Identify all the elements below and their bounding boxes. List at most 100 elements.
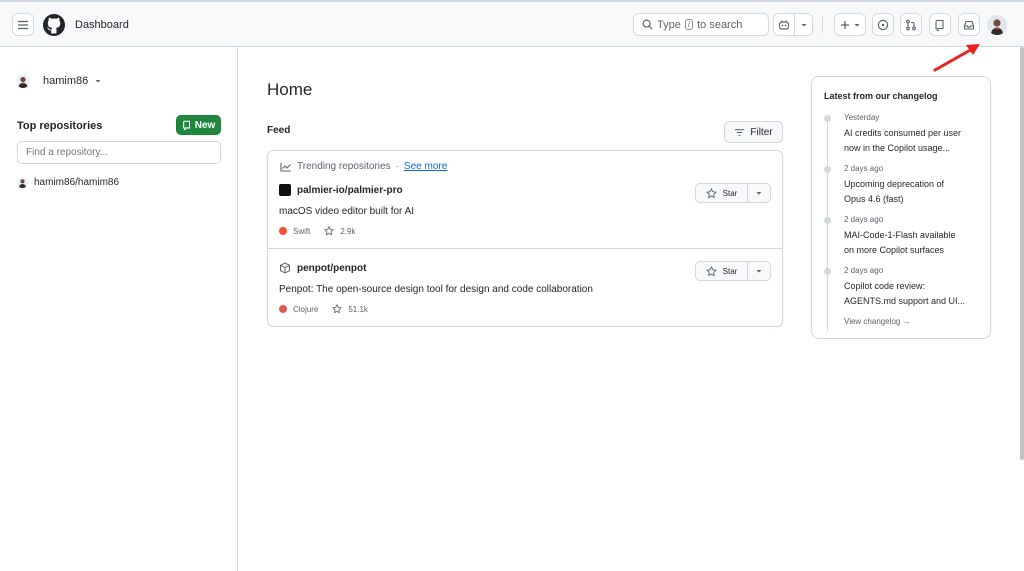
changelog-panel: Latest from our changelog Yesterday AI c… bbox=[811, 76, 991, 339]
repo-name-link[interactable]: palmier-io/palmier-pro bbox=[297, 185, 403, 196]
account-switcher[interactable]: hamim86 bbox=[16, 74, 102, 88]
inbox-button[interactable] bbox=[958, 13, 980, 36]
language-color-dot bbox=[279, 227, 287, 235]
avatar bbox=[16, 74, 30, 88]
star-lists-menu-button[interactable] bbox=[748, 261, 771, 281]
changelog-date: 2 days ago bbox=[844, 266, 884, 275]
star-button-group: Star bbox=[695, 261, 771, 281]
caret-down-icon bbox=[801, 23, 806, 26]
star-button-group: Star bbox=[695, 183, 771, 203]
repo-owner-avatar bbox=[279, 184, 291, 196]
new-repository-button[interactable]: New bbox=[176, 115, 221, 135]
trending-card: Trending repositories · See more palmier… bbox=[267, 150, 783, 327]
annotation-arrow-icon bbox=[933, 44, 980, 72]
repo-icon bbox=[935, 19, 944, 31]
timeline-line bbox=[827, 121, 828, 331]
repo-meta: Swift 2.9k bbox=[279, 226, 355, 236]
search-placeholder-prefix: Type bbox=[657, 18, 681, 31]
repo-name-link[interactable]: penpot/penpot bbox=[297, 263, 366, 274]
filter-label: Filter bbox=[750, 126, 773, 138]
avatar bbox=[17, 177, 28, 188]
star-lists-menu-button[interactable] bbox=[748, 183, 771, 203]
repo-description: Penpot: The open-source design tool for … bbox=[279, 284, 593, 295]
timeline-dot bbox=[824, 217, 831, 224]
filter-button[interactable]: Filter bbox=[724, 121, 783, 143]
caret-down-icon bbox=[854, 23, 859, 26]
menu-button[interactable] bbox=[12, 13, 34, 36]
github-logo-icon[interactable] bbox=[42, 13, 66, 37]
repo-stars[interactable]: 51.1k bbox=[348, 305, 368, 314]
see-more-link[interactable]: See more bbox=[404, 161, 447, 172]
changelog-text-line: Opus 4.6 (fast) bbox=[844, 194, 904, 204]
top-bar: Dashboard Type / to search bbox=[0, 0, 1024, 47]
filter-icon bbox=[735, 128, 745, 136]
repo-description: macOS video editor built for AI bbox=[279, 206, 415, 217]
repo-stars[interactable]: 2.9k bbox=[340, 227, 355, 236]
top-repositories-heading: Top repositories bbox=[17, 120, 103, 132]
new-button-label: New bbox=[194, 119, 216, 131]
changelog-text-line: AGENTS.md support and UI... bbox=[844, 296, 966, 306]
timeline-dot bbox=[824, 166, 831, 173]
changelog-item[interactable]: 2 days ago MAI-Code-1-Flash available on… bbox=[824, 215, 984, 258]
divider bbox=[268, 248, 782, 249]
view-changelog-link[interactable]: View changelog → bbox=[844, 317, 911, 326]
inbox-icon bbox=[963, 20, 975, 30]
repositories-button[interactable] bbox=[929, 13, 951, 36]
changelog-text[interactable]: Upcoming deprecation of Opus 4.6 (fast) bbox=[844, 177, 984, 207]
trending-label: Trending repositories bbox=[297, 161, 391, 172]
timeline-dot bbox=[824, 115, 831, 122]
changelog-text[interactable]: AI credits consumed per user now in the … bbox=[844, 126, 984, 156]
repo-title[interactable]: palmier-io/palmier-pro bbox=[279, 184, 403, 196]
star-button[interactable]: Star bbox=[695, 261, 748, 281]
create-new-button[interactable] bbox=[834, 13, 866, 36]
separator-dot: · bbox=[395, 161, 399, 172]
issue-opened-icon bbox=[877, 19, 889, 30]
hamburger-icon bbox=[18, 20, 28, 29]
username-label: hamim86 bbox=[43, 75, 89, 87]
caret-down-icon bbox=[95, 80, 101, 83]
caret-down-icon bbox=[756, 270, 762, 273]
search-icon bbox=[642, 19, 653, 30]
changelog-item[interactable]: 2 days ago Copilot code review: AGENTS.m… bbox=[824, 266, 984, 309]
scrollbar[interactable] bbox=[1020, 47, 1024, 460]
changelog-text[interactable]: MAI-Code-1-Flash available on more Copil… bbox=[844, 228, 984, 258]
repo-title[interactable]: penpot/penpot bbox=[279, 262, 366, 274]
copilot-menu-button[interactable] bbox=[795, 13, 813, 36]
changelog-date: 2 days ago bbox=[844, 215, 884, 224]
star-label: Star bbox=[722, 266, 738, 276]
user-avatar-menu[interactable] bbox=[987, 15, 1007, 35]
pull-requests-button[interactable] bbox=[900, 13, 922, 36]
changelog-text-line: MAI-Code-1-Flash available bbox=[844, 230, 956, 240]
avatar-icon bbox=[18, 76, 28, 88]
changelog-text-line: on more Copilot surfaces bbox=[844, 245, 945, 255]
copilot-button[interactable] bbox=[773, 13, 795, 36]
avatar-icon bbox=[18, 179, 27, 188]
changelog-text-line: now in the Copilot usage... bbox=[844, 143, 951, 153]
changelog-item[interactable]: Yesterday AI credits consumed per user n… bbox=[824, 113, 984, 156]
divider bbox=[822, 17, 823, 33]
page-title: Home bbox=[267, 80, 313, 99]
sidebar-repo-item[interactable]: hamim86/hamim86 bbox=[17, 177, 119, 188]
changelog-heading: Latest from our changelog bbox=[824, 91, 938, 101]
page-context-title[interactable]: Dashboard bbox=[75, 19, 129, 31]
search-shortcut-key: / bbox=[684, 19, 694, 30]
changelog-text-line: AI credits consumed per user bbox=[844, 128, 962, 138]
star-icon bbox=[324, 226, 335, 236]
changelog-text-line: Copilot code review: bbox=[844, 281, 926, 291]
avatar-icon bbox=[987, 15, 1007, 35]
search-input[interactable]: Type / to search bbox=[633, 13, 769, 36]
sidebar-repo-name: hamim86/hamim86 bbox=[34, 177, 120, 188]
graph-icon bbox=[280, 162, 291, 172]
repo-icon bbox=[182, 120, 190, 130]
feed-heading: Feed bbox=[267, 125, 291, 136]
trending-header: Trending repositories · See more bbox=[280, 161, 447, 172]
changelog-item[interactable]: 2 days ago Upcoming deprecation of Opus … bbox=[824, 164, 984, 207]
changelog-text[interactable]: Copilot code review: AGENTS.md support a… bbox=[844, 279, 984, 309]
find-repository-input[interactable] bbox=[17, 141, 221, 164]
repo-meta: Clojure 51.1k bbox=[279, 304, 368, 314]
pull-request-icon bbox=[906, 19, 916, 30]
star-icon bbox=[332, 304, 343, 314]
issues-button[interactable] bbox=[872, 13, 894, 36]
star-button[interactable]: Star bbox=[695, 183, 748, 203]
star-icon bbox=[705, 187, 717, 198]
